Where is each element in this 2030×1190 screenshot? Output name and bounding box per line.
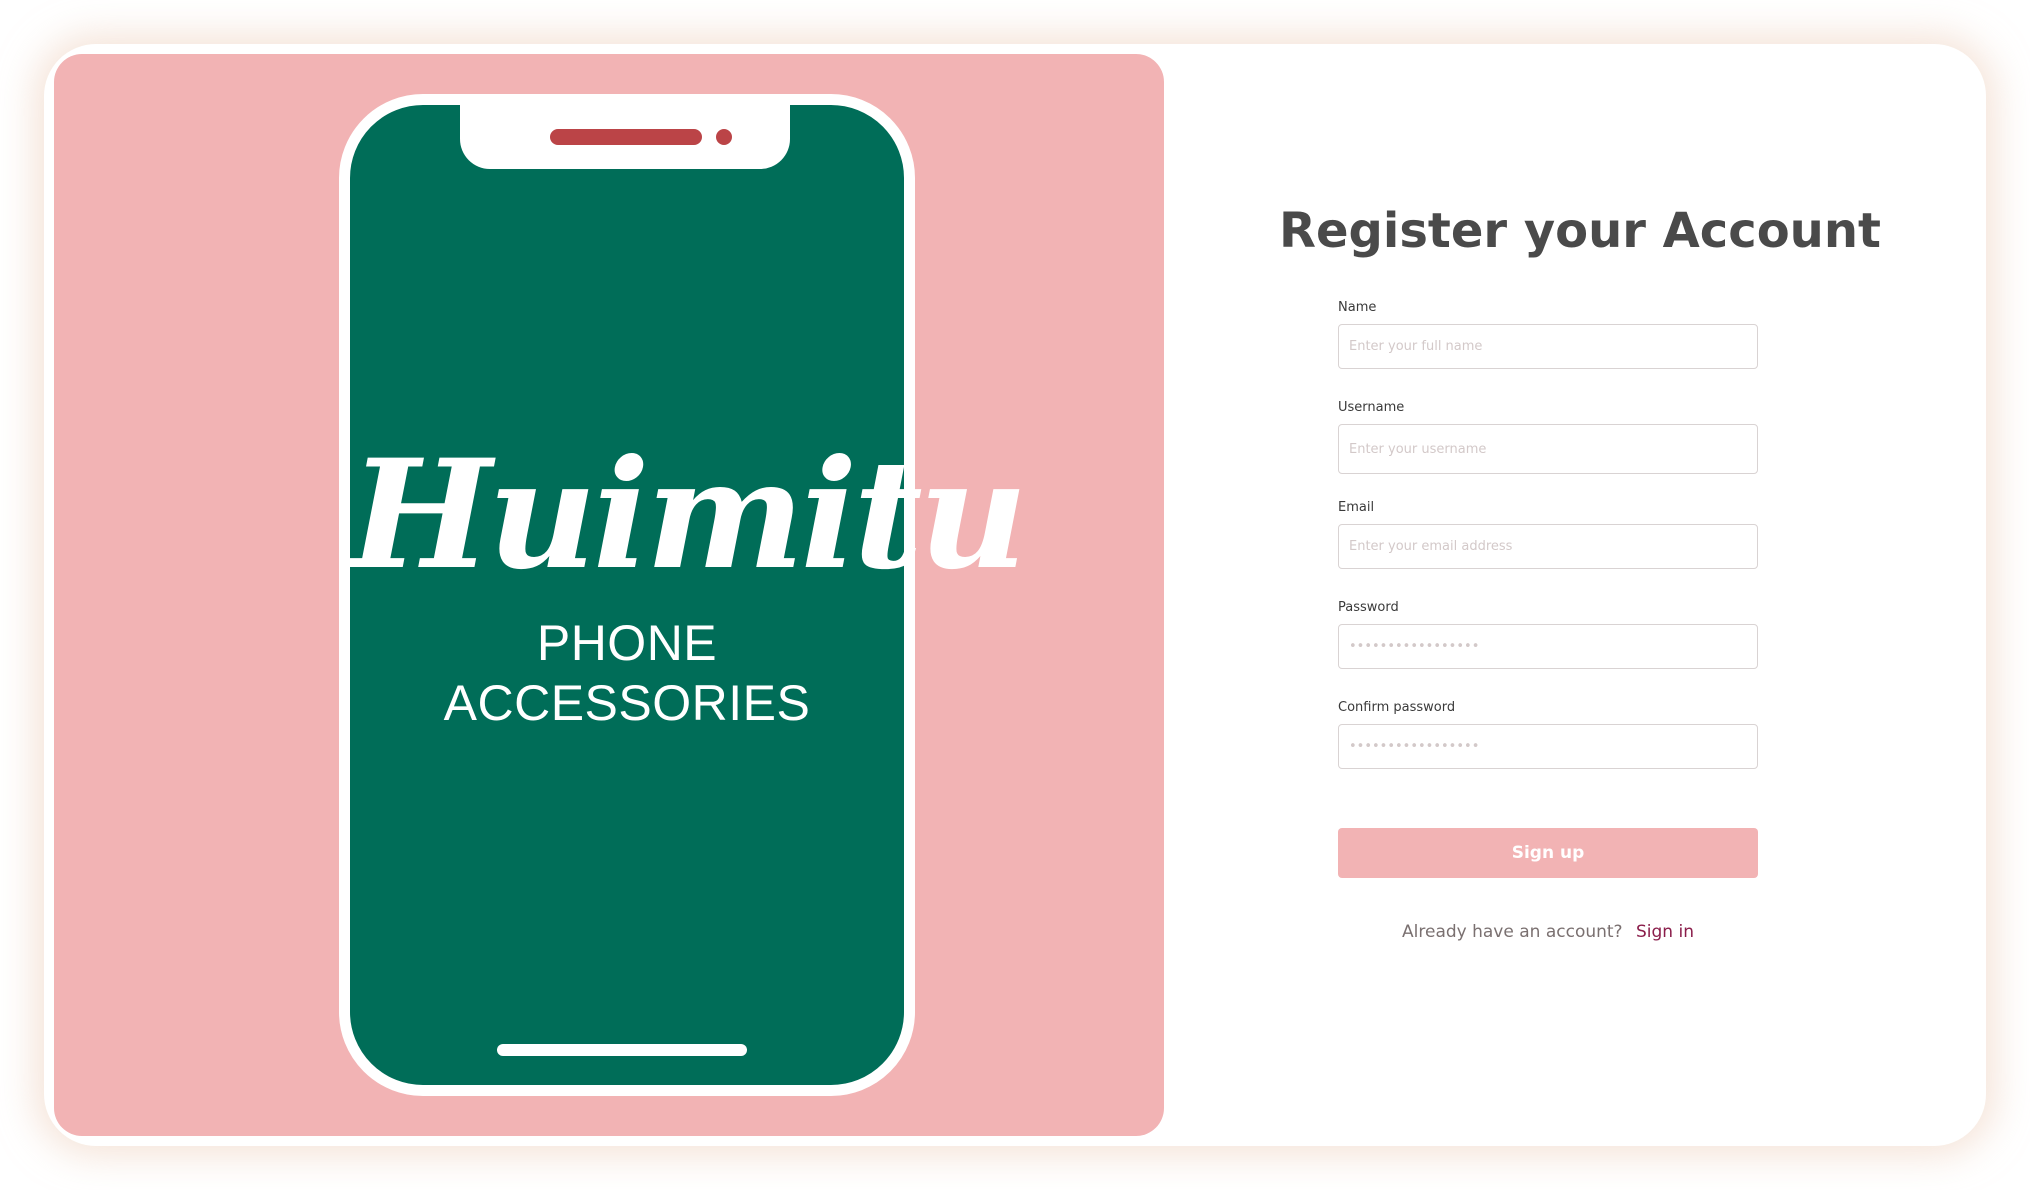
phone-camera-icon <box>716 129 732 145</box>
register-form-panel: Register your Account Name Username Emai… <box>1174 44 1986 1146</box>
name-input[interactable] <box>1338 324 1758 369</box>
brand-logo-script: Huimitu <box>350 427 1028 603</box>
signin-prompt-text: Already have an account? <box>1402 922 1623 942</box>
email-label: Email <box>1338 500 1375 515</box>
signin-link[interactable]: Sign in <box>1636 922 1694 942</box>
phone-notch <box>460 103 790 169</box>
page-frame: Huimitu PHONE ACCESSORIES Register your … <box>44 44 1986 1146</box>
username-input[interactable] <box>1338 424 1758 474</box>
password-input[interactable] <box>1338 624 1758 669</box>
email-field-group: Email <box>1338 499 1758 569</box>
name-label: Name <box>1338 300 1377 315</box>
page-title: Register your Account <box>1279 203 1881 259</box>
phone-home-indicator <box>497 1044 747 1056</box>
hero-panel: Huimitu PHONE ACCESSORIES <box>54 54 1164 1136</box>
signin-prompt-row: Already have an account? Sign in <box>1338 920 1758 944</box>
username-field-group: Username <box>1338 399 1758 474</box>
confirm-password-field-group: Confirm password <box>1338 699 1758 769</box>
name-field-group: Name <box>1338 299 1758 369</box>
email-input[interactable] <box>1338 524 1758 569</box>
smartphone-illustration-icon: Huimitu PHONE ACCESSORIES <box>339 94 1028 1096</box>
password-label: Password <box>1338 600 1399 615</box>
confirm-password-label: Confirm password <box>1338 700 1456 715</box>
brand-tagline: PHONE ACCESSORIES <box>443 615 811 731</box>
signup-button[interactable]: Sign up <box>1338 828 1758 878</box>
confirm-password-input[interactable] <box>1338 724 1758 769</box>
username-label: Username <box>1338 400 1405 415</box>
password-field-group: Password <box>1338 599 1758 669</box>
phone-speaker-icon <box>550 129 702 145</box>
